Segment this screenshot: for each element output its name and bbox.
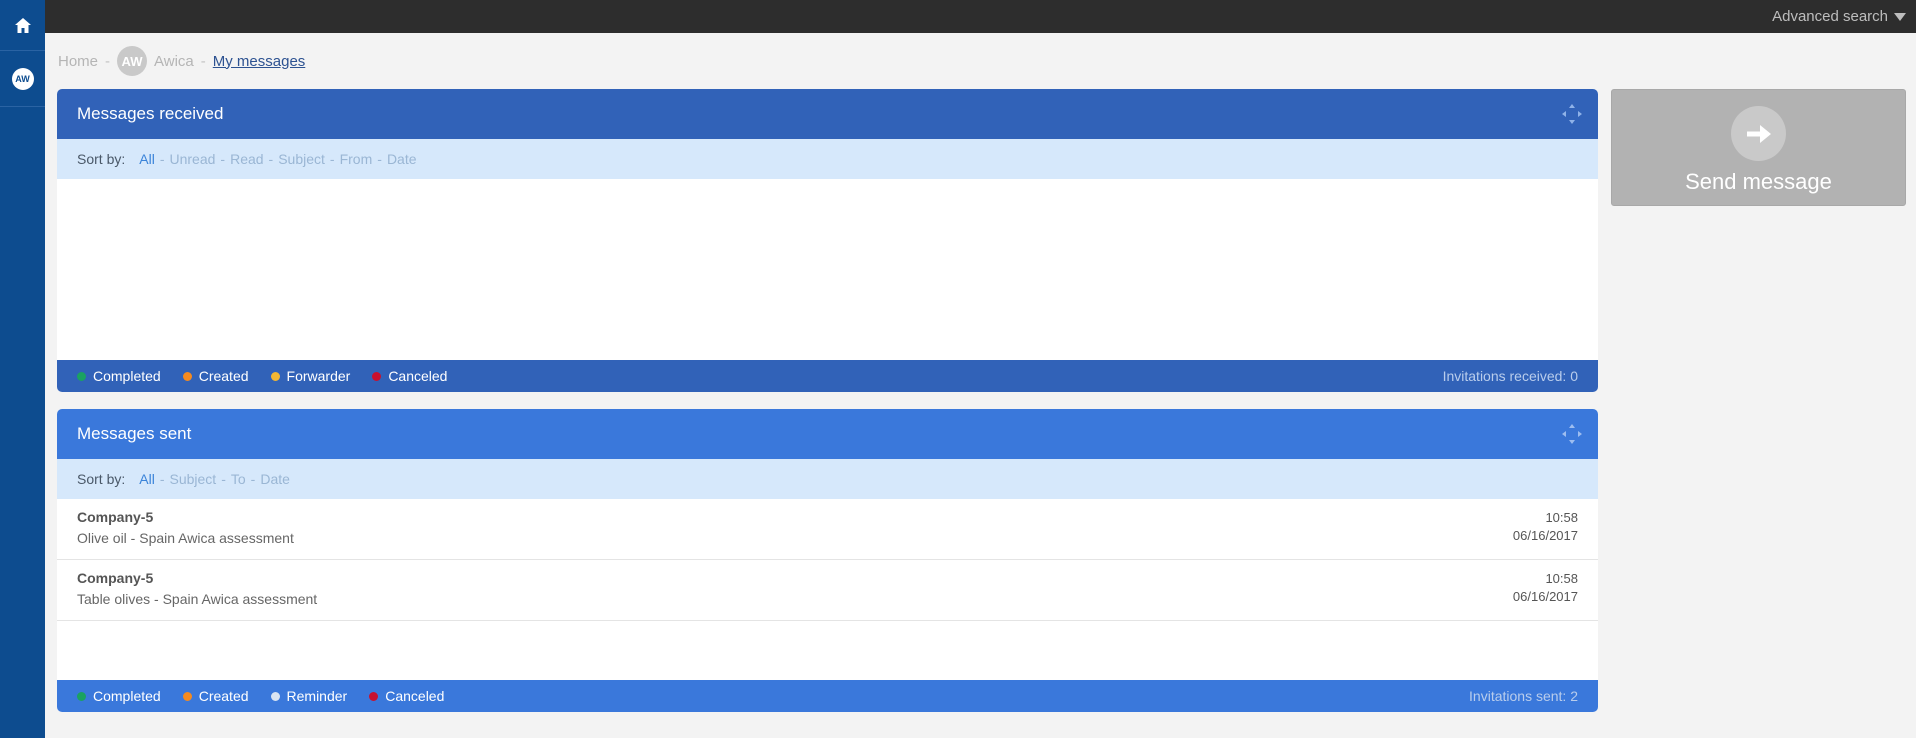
invitations-received-count: Invitations received: 0 — [1442, 368, 1578, 384]
send-message-label: Send message — [1685, 169, 1832, 194]
status-dot-canceled — [369, 691, 379, 701]
received-sort-from[interactable]: From — [340, 151, 373, 167]
status-dot-forwarder — [270, 371, 280, 381]
send-message-button[interactable]: Send message — [1611, 89, 1906, 206]
legend-label: Reminder — [286, 688, 348, 704]
received-sort-all[interactable]: All — [139, 151, 155, 167]
sent-sort-to[interactable]: To — [231, 471, 246, 487]
home-icon — [14, 17, 31, 33]
breadcrumb-current[interactable]: My messages — [213, 53, 306, 70]
breadcrumb: Home - AW Awica - My messages — [58, 46, 305, 76]
received-sort-bar: Sort by: All - Unread - Read - Subject -… — [57, 139, 1598, 179]
legend-item: Reminder — [270, 688, 348, 704]
sent-message-list: Company-5 Olive oil - Spain Awica assess… — [57, 499, 1598, 680]
message-recipient: Company-5 — [77, 509, 154, 525]
message-timestamp: 10:58 06/16/2017 — [1513, 509, 1578, 545]
received-message-list — [57, 179, 1598, 360]
received-sort-subject[interactable]: Subject — [278, 151, 325, 167]
message-subject: Table olives - Spain Awica assessment — [77, 591, 318, 607]
legend-label: Created — [198, 688, 249, 704]
send-arrow-circle — [1731, 106, 1786, 161]
legend-item: Created — [182, 688, 249, 704]
sidebar-home-button[interactable] — [0, 0, 45, 51]
received-sort-read[interactable]: Read — [230, 151, 263, 167]
caret-down-icon — [1894, 12, 1906, 21]
legend-item: Completed — [77, 688, 161, 704]
message-date: 06/16/2017 — [1512, 589, 1578, 604]
breadcrumb-separator: - — [200, 52, 206, 70]
received-sort-unread[interactable]: Unread — [169, 151, 215, 167]
move-icon[interactable] — [1560, 422, 1584, 446]
message-row[interactable]: Company-5 Table olives - Spain Awica ass… — [57, 560, 1598, 621]
legend-item: Canceled — [369, 688, 444, 704]
messages-received-title: Messages received — [77, 104, 224, 123]
messages-sent-header: Messages sent — [57, 409, 1598, 459]
legend-label: Forwarder — [286, 368, 351, 384]
breadcrumb-company[interactable]: Awica — [154, 53, 194, 70]
message-recipient: Company-5 — [77, 570, 154, 586]
top-bar: Advanced search — [45, 0, 1916, 33]
sidebar: AW — [0, 0, 45, 738]
received-footer: Completed Created Forwarder Canceled Inv… — [57, 360, 1598, 392]
message-timestamp: 10:58 06/16/2017 — [1513, 570, 1578, 606]
advanced-search-label: Advanced search — [1772, 8, 1888, 25]
advanced-search-toggle[interactable]: Advanced search — [1772, 0, 1906, 33]
sort-label: Sort by: — [77, 471, 126, 487]
message-time: 10:58 — [1545, 510, 1578, 525]
messages-received-panel: Messages received Sort by: All - Unread … — [57, 89, 1598, 392]
status-dot-created — [182, 371, 192, 381]
status-dot-created — [182, 691, 192, 701]
sent-sort-date[interactable]: Date — [260, 471, 290, 487]
sidebar-avatar: AW — [11, 67, 34, 90]
breadcrumb-avatar: AW — [117, 46, 148, 76]
legend-label: Created — [198, 368, 249, 384]
legend-label: Completed — [93, 688, 161, 704]
legend-label: Completed — [93, 368, 161, 384]
sidebar-user-button[interactable]: AW — [0, 51, 45, 107]
sent-footer: Completed Created Reminder Canceled Invi… — [57, 680, 1598, 712]
message-time: 10:58 — [1545, 571, 1578, 586]
legend-label: Canceled — [388, 368, 448, 384]
message-subject: Olive oil - Spain Awica assessment — [77, 530, 294, 546]
message-row[interactable]: Company-5 Olive oil - Spain Awica assess… — [57, 499, 1598, 560]
legend-item: Created — [182, 368, 249, 384]
arrow-right-icon — [1746, 124, 1771, 143]
breadcrumb-separator: - — [105, 52, 111, 70]
sent-sort-all[interactable]: All — [139, 471, 155, 487]
breadcrumb-home[interactable]: Home — [58, 53, 98, 70]
status-dot-reminder — [270, 691, 280, 701]
sent-sort-subject[interactable]: Subject — [169, 471, 216, 487]
invitations-sent-count: Invitations sent: 2 — [1469, 688, 1578, 704]
sent-sort-bar: Sort by: All - Subject - To - Date — [57, 459, 1598, 499]
legend-item: Completed — [77, 368, 161, 384]
status-dot-completed — [77, 371, 86, 381]
status-dot-canceled — [372, 371, 382, 381]
messages-sent-title: Messages sent — [77, 424, 192, 443]
sort-label: Sort by: — [77, 151, 126, 167]
status-dot-completed — [77, 691, 86, 701]
legend-item: Forwarder — [270, 368, 351, 384]
received-sort-date[interactable]: Date — [387, 151, 417, 167]
message-date: 06/16/2017 — [1512, 528, 1578, 543]
messages-received-header: Messages received — [57, 89, 1598, 139]
move-icon[interactable] — [1560, 102, 1584, 126]
legend-item: Canceled — [372, 368, 447, 384]
messages-sent-panel: Messages sent Sort by: All - Subject - T… — [57, 409, 1598, 712]
legend-label: Canceled — [385, 688, 445, 704]
